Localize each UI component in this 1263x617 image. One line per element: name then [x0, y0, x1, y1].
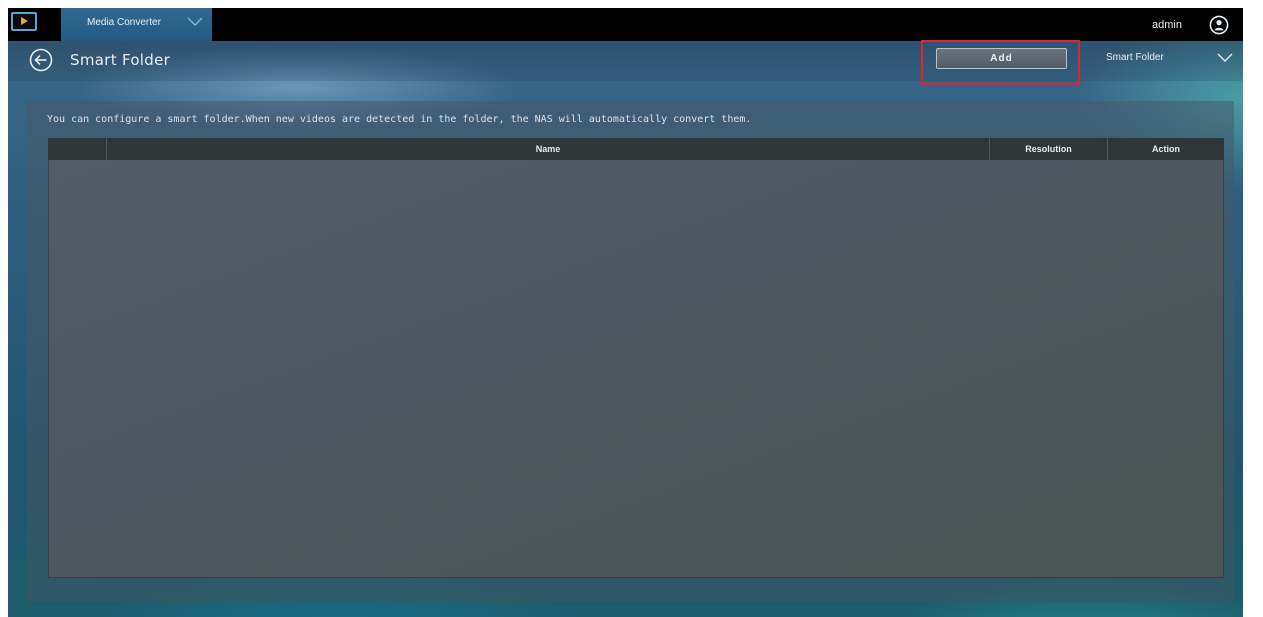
smart-folder-panel: You can configure a smart folder.When ne…	[27, 101, 1234, 602]
view-select-value: Smart Folder	[1106, 52, 1164, 63]
chevron-down-icon[interactable]	[187, 17, 203, 27]
back-arrow-icon[interactable]	[29, 48, 53, 72]
app-tab-label: Media Converter	[87, 17, 161, 28]
column-header-name[interactable]: Name	[107, 138, 990, 160]
smart-folder-description: You can configure a smart folder.When ne…	[47, 114, 752, 125]
media-converter-logo-icon[interactable]	[11, 12, 37, 31]
column-header-select[interactable]	[48, 138, 107, 160]
column-header-action[interactable]: Action	[1108, 138, 1224, 160]
view-select[interactable]: Smart Folder	[1106, 51, 1236, 71]
user-account-icon[interactable]	[1209, 15, 1229, 35]
chevron-down-icon[interactable]	[1217, 53, 1233, 63]
column-header-resolution[interactable]: Resolution	[990, 138, 1108, 160]
smart-folder-table: Name Resolution Action	[48, 138, 1224, 578]
table-header: Name Resolution Action	[48, 138, 1224, 160]
app-tab[interactable]: Media Converter	[61, 8, 212, 41]
username-label[interactable]: admin	[1152, 19, 1182, 31]
media-converter-app: Media Converter admin Smart Folder Add S…	[8, 8, 1243, 617]
top-bar: Media Converter admin	[8, 8, 1243, 41]
add-button[interactable]: Add	[936, 48, 1067, 69]
page-title: Smart Folder	[70, 51, 171, 69]
page-header: Smart Folder Add Smart Folder	[8, 40, 1243, 85]
